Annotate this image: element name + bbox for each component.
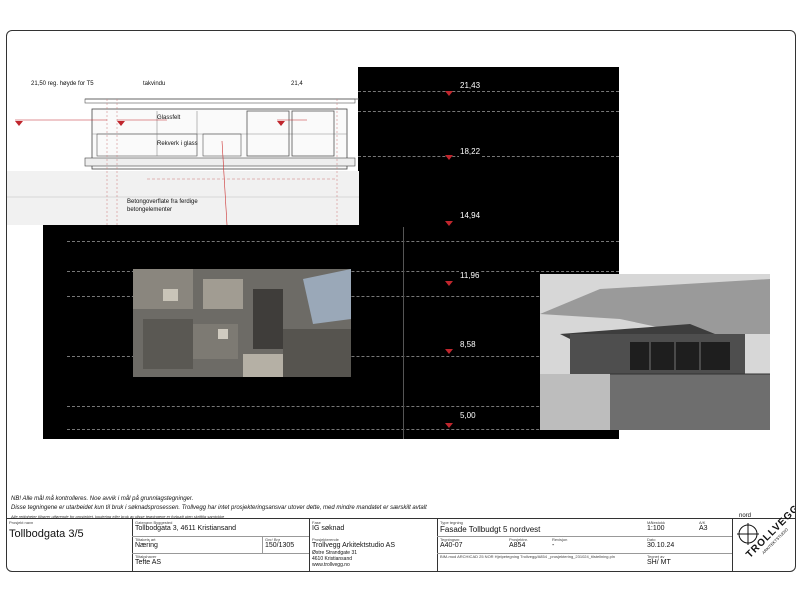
file-path: BIM-mod ARCHICAD 25 NOR Hjelpetegning Tr…: [440, 554, 615, 559]
annotation-height-right: 21,4: [291, 81, 303, 87]
architect-name: Trollvegg Arkitektstudio AS: [312, 542, 396, 549]
level-label-18-22: 18,22: [459, 147, 482, 157]
owner-value: Tefte AS: [135, 559, 162, 566]
level-label-11-96: 11,96: [459, 271, 481, 281]
facade-section-drawing: [7, 98, 359, 226]
annotation-glass-field: Glassfelt: [157, 115, 181, 121]
level-label-14-94: 14,94: [459, 211, 482, 221]
date-value: 30.10.24: [647, 542, 675, 549]
annotation-concrete-2: betongelementer: [127, 207, 173, 213]
phase-value: IG søknad: [312, 525, 345, 532]
note-line-1: NB! Alle mål må kontrolleres. Noe avvik …: [11, 496, 194, 502]
gnr-value: 150/1305: [265, 542, 295, 549]
level-line: [67, 406, 619, 407]
level-marker: [445, 349, 453, 354]
project-name: Tollbodgata 3/5: [9, 528, 84, 540]
level-label-21-43: 21,43: [459, 81, 482, 91]
level-label-5-00: 5,00: [459, 411, 477, 421]
revision-value: -: [552, 542, 555, 549]
level-label-8-58: 8,58: [459, 340, 477, 350]
level-line: [358, 111, 619, 112]
drawing-sheet: 21,50 reg. høyde for T5 takvindu 21,4 Gl…: [6, 30, 796, 572]
drawing-no-value: A40-07: [440, 542, 463, 549]
aerial-photo: [133, 269, 351, 377]
level-line: [358, 156, 619, 157]
level-marker: [445, 423, 453, 428]
level-marker: [445, 281, 453, 286]
property-address: Tollbodgata 3, 4611 Kristiansand: [135, 525, 237, 532]
vertical-guide: [403, 227, 404, 439]
drawn-by-value: SH/ MT: [647, 559, 671, 566]
north-label: nord: [739, 513, 752, 519]
level-line: [67, 241, 619, 242]
level-marker: [445, 155, 453, 160]
purpose-value: Næring: [135, 542, 158, 549]
title-block: Prosjekt navn Tollbodgata 3/5 Gatenavn B…: [7, 503, 795, 571]
annotation-height-left: 21,50 reg. høyde for T5: [31, 81, 94, 87]
level-line: [67, 429, 619, 430]
3d-render: [540, 274, 770, 430]
project-name-label: Prosjekt navn: [9, 520, 34, 525]
project-no-value: A854: [509, 542, 526, 549]
annotation-skylight: takvindu: [143, 81, 166, 87]
level-line: [358, 91, 619, 92]
level-marker: [445, 221, 453, 226]
annotation-railing: Rekverk i glass: [157, 141, 198, 147]
drawing-type: Fasade Tollbudgt 5 nordvest: [440, 525, 541, 534]
level-marker: [445, 91, 453, 96]
architect-website: www.trollvegg.no: [312, 562, 350, 568]
format-value: A3: [699, 525, 708, 532]
annotation-concrete-1: Betongoverflate fra ferdige: [127, 199, 198, 205]
note-line-2: Disse tegningene er utarbeidet kun til b…: [11, 505, 427, 511]
scale-value: 1:100: [647, 525, 665, 532]
